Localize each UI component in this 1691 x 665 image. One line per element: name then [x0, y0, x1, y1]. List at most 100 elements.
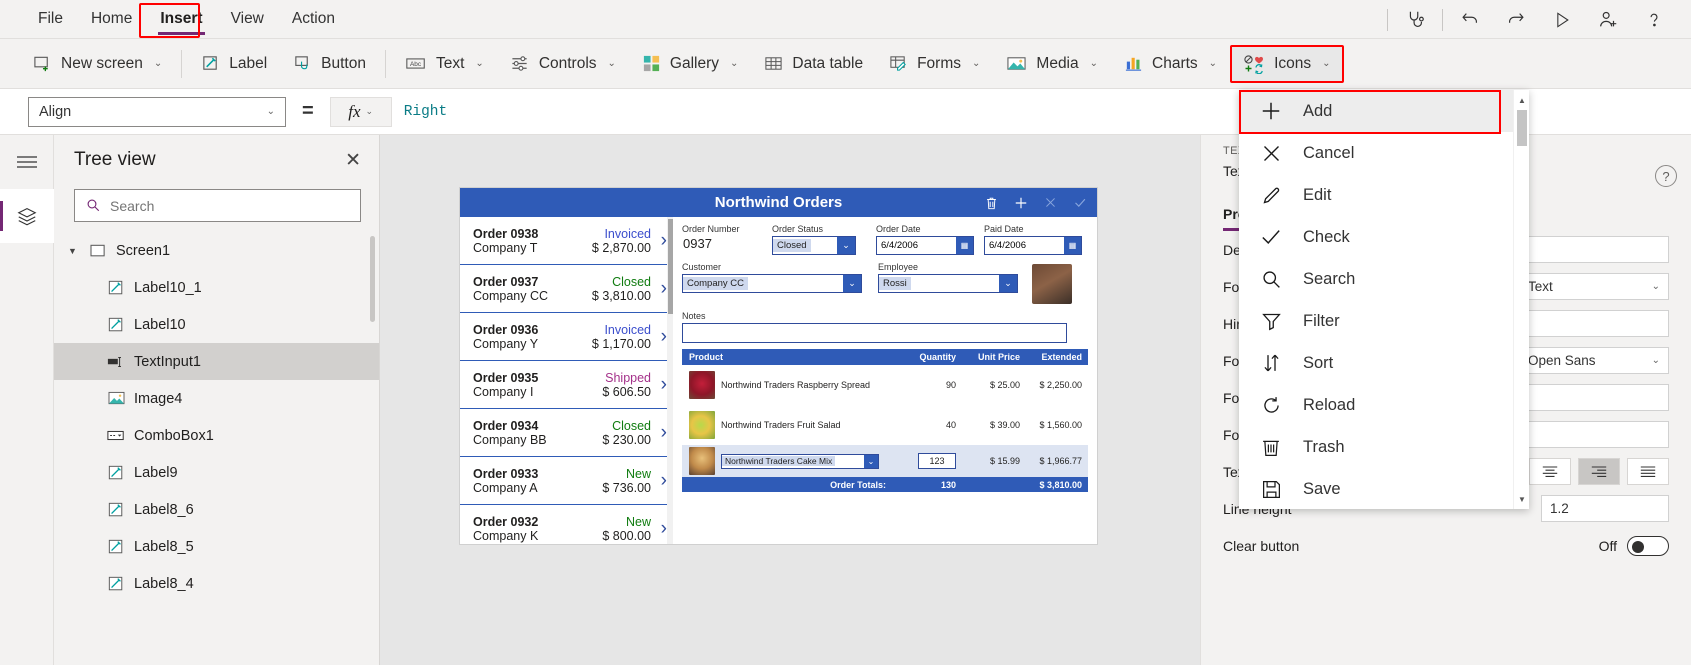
field-customer-combobox[interactable]: Company CC ⌄ [682, 274, 862, 293]
icons-menu-item-cancel[interactable]: Cancel [1239, 132, 1529, 174]
property-select-font[interactable]: Open Sans ⌄ [1519, 347, 1669, 374]
scroll-up-arrow-icon[interactable]: ▲ [1514, 92, 1530, 108]
icons-menu-item-trash[interactable]: Trash [1239, 426, 1529, 468]
gallery-item[interactable]: Order 0933 New Company A $ 736.00 › [460, 457, 673, 505]
field-employee-value: Rossi [879, 277, 911, 290]
app-checker-icon[interactable] [1392, 0, 1438, 39]
icons-menu-item-reload[interactable]: Reload [1239, 384, 1529, 426]
table-row-editing[interactable]: Northwind Traders Cake Mix ⌄ 123 $ 15.99… [682, 445, 1088, 477]
tree-node-label10_1[interactable]: Label10_1 [54, 269, 379, 306]
ribbon-forms[interactable]: Forms ⌄ [876, 45, 993, 83]
fx-button[interactable]: fx ⌄ [329, 96, 392, 127]
gallery-item[interactable]: Order 0932 New Company K $ 800.00 › [460, 505, 673, 544]
ribbon-button[interactable]: Button [280, 45, 379, 83]
tree-node-combobox1[interactable]: ComboBox1 [54, 417, 379, 454]
field-employee-combobox[interactable]: Rossi ⌄ [878, 274, 1018, 293]
ribbon-charts[interactable]: Charts ⌄ [1111, 45, 1230, 83]
trash-icon[interactable] [985, 196, 998, 210]
ribbon-media[interactable]: Media ⌄ [993, 45, 1111, 83]
field-order-status-combobox[interactable]: Closed ⌄ [772, 236, 856, 255]
icons-menu-item-search[interactable]: Search [1239, 258, 1529, 300]
property-input-default[interactable] [1519, 236, 1669, 263]
property-selector[interactable]: Align ⌄ [28, 96, 286, 127]
property-input-font-size[interactable] [1519, 384, 1669, 411]
menu-tab-home[interactable]: Home [77, 0, 146, 39]
icons-menu-item-sort-label: Sort [1303, 353, 1334, 372]
product-combobox[interactable]: Northwind Traders Cake Mix ⌄ [721, 453, 879, 469]
icons-menu-item-sort[interactable]: Sort [1239, 342, 1529, 384]
field-paid-date-picker[interactable]: 6/4/2006 ▦ [984, 236, 1082, 255]
align-right-button[interactable] [1578, 458, 1620, 485]
icons-menu-item-check[interactable]: Check [1239, 216, 1529, 258]
icons-menu-item-add[interactable]: Add [1239, 90, 1529, 132]
menu-tab-file[interactable]: File [24, 0, 77, 39]
property-input-line-height[interactable]: 1.2 [1541, 495, 1669, 522]
tree-search-input[interactable] [110, 197, 349, 214]
tree-node-label8_6[interactable]: Label8_6 [54, 491, 379, 528]
table-row[interactable]: Northwind Traders Raspberry Spread 90 $ … [682, 365, 1088, 405]
gallery-item[interactable]: Order 0935 Shipped Company I $ 606.50 › [460, 361, 673, 409]
ribbon-icons[interactable]: Icons ⌄ [1230, 44, 1344, 83]
icons-menu-scrollbar-thumb[interactable] [1517, 110, 1527, 146]
tree-view-rail-button[interactable] [0, 189, 54, 243]
share-icon[interactable] [1585, 0, 1631, 39]
chevron-down-icon[interactable]: ▼ [68, 246, 80, 256]
ribbon-icons-label: Icons [1274, 54, 1312, 72]
ribbon-data-table[interactable]: Data table [751, 45, 876, 83]
calendar-icon[interactable]: ▦ [1064, 237, 1081, 254]
align-justify-button[interactable] [1627, 458, 1669, 485]
icons-menu-item-edit[interactable]: Edit [1239, 174, 1529, 216]
help-icon[interactable]: ? [1655, 165, 1677, 187]
chevron-down-icon[interactable]: ⌄ [999, 275, 1017, 292]
property-input-hint-text[interactable] [1519, 310, 1669, 337]
tree-node-screen1[interactable]: ▼ Screen1 [54, 232, 379, 269]
quantity-input[interactable]: 123 [918, 453, 956, 469]
ribbon-new-screen[interactable]: New screen ⌄ [20, 45, 175, 83]
close-icon[interactable]: ✕ [345, 151, 361, 170]
toolbar-divider-2 [1442, 8, 1443, 31]
tree-search-box[interactable] [74, 189, 361, 222]
calendar-icon[interactable]: ▦ [956, 237, 973, 254]
check-icon[interactable] [1073, 196, 1087, 209]
help-icon[interactable] [1631, 0, 1677, 39]
gallery-item[interactable]: Order 0938 Invoiced Company T $ 2,870.00… [460, 217, 673, 265]
ribbon-text[interactable]: Abc Text ⌄ [392, 45, 497, 83]
property-select-font-weight[interactable] [1519, 421, 1669, 448]
chevron-down-icon[interactable]: ⌄ [837, 237, 855, 254]
tree-node-label8_4[interactable]: Label8_4 [54, 565, 379, 602]
property-select-format[interactable]: Text ⌄ [1519, 273, 1669, 300]
icons-menu-item-save-label: Save [1303, 479, 1341, 498]
x-icon[interactable] [1044, 196, 1057, 209]
tree-scrollbar[interactable] [370, 236, 375, 322]
scroll-down-arrow-icon[interactable]: ▼ [1514, 491, 1530, 507]
field-order-date-picker[interactable]: 6/4/2006 ▦ [876, 236, 974, 255]
gallery-item[interactable]: Order 0936 Invoiced Company Y $ 1,170.00… [460, 313, 673, 361]
menu-tab-insert[interactable]: Insert [146, 0, 216, 39]
align-center-button[interactable] [1529, 458, 1571, 485]
tree-node-image4[interactable]: Image4 [54, 380, 379, 417]
field-notes-input[interactable] [682, 323, 1067, 343]
gallery-item[interactable]: Order 0934 Closed Company BB $ 230.00 › [460, 409, 673, 457]
table-row[interactable]: Northwind Traders Fruit Salad 40 $ 39.00… [682, 405, 1088, 445]
preview-icon[interactable] [1539, 0, 1585, 39]
plus-icon[interactable] [1014, 196, 1028, 210]
icons-menu-scrollbar[interactable]: ▲ ▼ [1513, 90, 1529, 509]
chevron-down-icon[interactable]: ⌄ [843, 275, 861, 292]
icons-menu-item-filter[interactable]: Filter [1239, 300, 1529, 342]
tree-node-label8_5[interactable]: Label8_5 [54, 528, 379, 565]
tree-node-label9[interactable]: Label9 [54, 454, 379, 491]
redo-icon[interactable] [1493, 0, 1539, 39]
tree-node-label10[interactable]: Label10 [54, 306, 379, 343]
menu-tab-view[interactable]: View [217, 0, 278, 39]
tree-node-textinput1[interactable]: TextInput1 [54, 343, 379, 380]
hamburger-menu-button[interactable] [0, 135, 54, 189]
ribbon-gallery[interactable]: Gallery ⌄ [629, 45, 752, 83]
chevron-down-icon[interactable]: ⌄ [864, 454, 878, 468]
undo-icon[interactable] [1447, 0, 1493, 39]
gallery-item[interactable]: Order 0937 Closed Company CC $ 3,810.00 … [460, 265, 673, 313]
ribbon-label[interactable]: Label [188, 45, 280, 83]
clear-button-toggle[interactable] [1627, 535, 1669, 556]
ribbon-controls[interactable]: Controls ⌄ [497, 45, 629, 83]
icons-menu-item-save[interactable]: Save [1239, 468, 1529, 510]
menu-tab-action[interactable]: Action [278, 0, 349, 39]
